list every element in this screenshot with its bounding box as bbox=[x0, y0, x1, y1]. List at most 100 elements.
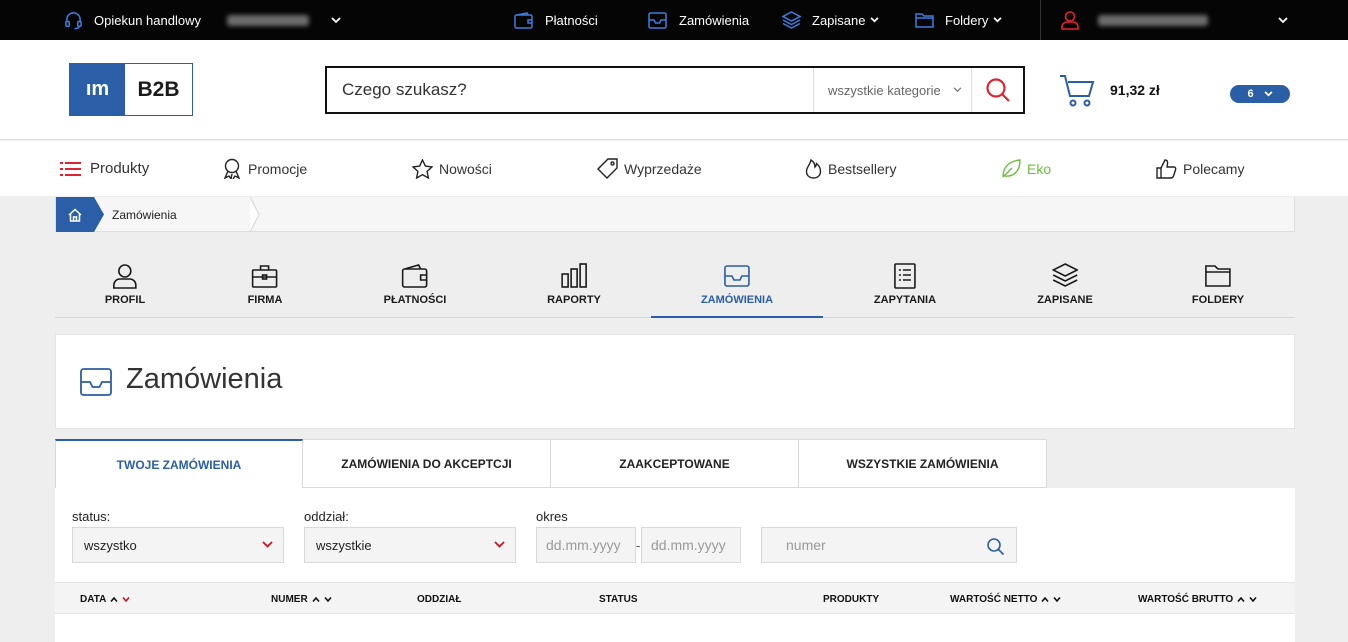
breadcrumb: Zamówienia bbox=[55, 197, 1295, 232]
page-title: Zamówienia bbox=[126, 363, 283, 395]
date-separator: - bbox=[636, 538, 641, 553]
nav-promotions[interactable]: Promocje bbox=[222, 141, 307, 196]
search-input[interactable] bbox=[327, 68, 813, 112]
page-title-panel: Zamówienia bbox=[55, 334, 1295, 429]
logo-text: B2B bbox=[137, 77, 180, 101]
chevron-down-icon bbox=[1264, 91, 1273, 97]
topbar-payments-link[interactable]: Płatności bbox=[514, 0, 598, 40]
account-tab-folders[interactable]: FOLDERY bbox=[1192, 256, 1244, 318]
layers-icon bbox=[1052, 256, 1078, 294]
cart-count: 6 bbox=[1247, 88, 1254, 100]
main-header: ım B2B wszystkie kategorie 91,32 zł 6 bbox=[0, 40, 1348, 140]
sort-asc-icon[interactable] bbox=[1041, 596, 1050, 602]
chevron-down-icon bbox=[262, 541, 273, 548]
branch-select[interactable]: wszystkie bbox=[304, 527, 516, 563]
nav-news[interactable]: Nowości bbox=[412, 141, 492, 196]
logo-mark: ım bbox=[70, 64, 125, 115]
chevron-down-icon bbox=[331, 16, 341, 24]
bar-chart-icon bbox=[561, 256, 587, 294]
chevron-down-icon bbox=[870, 17, 880, 23]
folder-icon bbox=[915, 12, 934, 28]
account-tabs: PROFIL FIRMA PŁATNOŚCI RAPORTY ZAMÓWIENI… bbox=[55, 256, 1295, 318]
sort-asc-icon[interactable] bbox=[1237, 596, 1245, 602]
order-number-search[interactable]: numer bbox=[761, 527, 1017, 563]
nav-products-label: Produkty bbox=[90, 160, 150, 177]
col-products-label: PRODUKTY bbox=[823, 593, 880, 605]
topbar-orders-link[interactable]: Zamówienia bbox=[648, 0, 749, 40]
search-category-select[interactable]: wszystkie kategorie bbox=[813, 68, 971, 112]
advisor-menu[interactable]: Opiekun handlowy bbox=[64, 0, 341, 40]
col-status: STATUS bbox=[599, 583, 638, 615]
account-tab-saved[interactable]: ZAPISANE bbox=[1037, 256, 1093, 318]
topbar-orders-label: Zamówienia bbox=[679, 12, 750, 28]
cart-count-badge[interactable]: 6 bbox=[1230, 85, 1290, 103]
user-menu[interactable] bbox=[1060, 0, 1288, 40]
topbar-saved-menu[interactable]: Zapisane bbox=[782, 0, 880, 40]
search-icon[interactable] bbox=[986, 537, 1005, 556]
award-icon bbox=[222, 158, 242, 179]
account-tab-inquiries[interactable]: ZAPYTANIA bbox=[874, 256, 936, 318]
top-bar: Opiekun handlowy Płatności Zamówienia Za… bbox=[0, 0, 1348, 40]
nav-products[interactable]: Produkty bbox=[60, 141, 149, 196]
user-icon bbox=[112, 256, 138, 294]
wallet-icon bbox=[402, 256, 428, 294]
account-tab-orders-label: ZAMÓWIENIA bbox=[700, 294, 774, 306]
cart-button[interactable]: 91,32 zł bbox=[1059, 72, 1160, 108]
topbar-divider bbox=[1040, 0, 1041, 40]
nav-recommended[interactable]: Polecamy bbox=[1156, 141, 1244, 196]
col-date[interactable]: DATA bbox=[80, 583, 130, 615]
account-tab-company[interactable]: FIRMA bbox=[248, 256, 282, 318]
folder-icon bbox=[1205, 256, 1231, 294]
nav-promotions-label: Promocje bbox=[248, 160, 308, 177]
home-icon bbox=[68, 207, 82, 222]
leaf-icon bbox=[1001, 158, 1021, 179]
nav-bestsellers[interactable]: Bestsellery bbox=[805, 141, 896, 196]
chevron-down-icon bbox=[1278, 16, 1288, 24]
branch-select-value: wszystkie bbox=[316, 537, 372, 553]
topbar-payments-label: Płatności bbox=[545, 12, 598, 28]
sort-asc-icon[interactable] bbox=[110, 596, 118, 602]
filters-panel: status: wszystko oddział: wszystkie okre… bbox=[55, 488, 1295, 582]
account-tab-profile[interactable]: PROFIL bbox=[105, 256, 145, 318]
account-tab-saved-label: ZAPISANE bbox=[1037, 294, 1093, 306]
nav-bestsellers-label: Bestsellery bbox=[828, 160, 897, 177]
thumbs-up-icon bbox=[1156, 158, 1177, 179]
sort-desc-icon[interactable] bbox=[1249, 596, 1257, 602]
nav-eco[interactable]: Eko bbox=[1001, 141, 1051, 196]
nav-sales[interactable]: Wyprzedaże bbox=[597, 141, 702, 196]
col-number-label: NUMER bbox=[271, 593, 308, 605]
topbar-folders-menu[interactable]: Foldery bbox=[915, 0, 1002, 40]
account-tab-payments[interactable]: PŁATNOŚCI bbox=[384, 256, 446, 318]
account-tab-folders-label: FOLDERY bbox=[1191, 294, 1245, 306]
account-tab-orders[interactable]: ZAMÓWIENIA bbox=[701, 256, 773, 318]
col-number[interactable]: NUMER bbox=[271, 583, 332, 615]
star-icon bbox=[412, 158, 433, 179]
tab-orders-to-accept[interactable]: ZAMÓWIENIA DO AKCEPTCJI bbox=[303, 439, 551, 488]
col-gross-value-label: WARTOŚĆ BRUTTO bbox=[1138, 593, 1234, 605]
status-select-value: wszystko bbox=[84, 537, 137, 553]
breadcrumb-current[interactable]: Zamówienia bbox=[112, 197, 177, 232]
date-to-input[interactable]: dd.mm.yyyy bbox=[641, 527, 741, 563]
col-gross-value[interactable]: WARTOŚĆ BRUTTO bbox=[1138, 583, 1257, 615]
sort-desc-icon[interactable] bbox=[122, 596, 130, 602]
search-button[interactable] bbox=[971, 68, 1023, 112]
tab-accepted[interactable]: ZAAKCEPTOWANE bbox=[551, 439, 799, 488]
sort-asc-icon[interactable] bbox=[312, 596, 320, 602]
branch-filter-label: oddział: bbox=[304, 509, 349, 524]
account-tab-reports[interactable]: RAPORTY bbox=[547, 256, 601, 318]
chevron-down-icon bbox=[993, 17, 1002, 23]
col-net-value[interactable]: WARTOŚĆ NETTO bbox=[950, 583, 1062, 615]
flame-icon bbox=[805, 158, 822, 179]
tab-my-orders[interactable]: TWOJE ZAMÓWIENIA bbox=[55, 439, 303, 488]
tab-all-orders[interactable]: WSZYSTKIE ZAMÓWIENIA bbox=[799, 439, 1047, 488]
topbar-folders-label: Foldery bbox=[945, 12, 989, 28]
sort-desc-icon[interactable] bbox=[324, 596, 332, 602]
inbox-icon bbox=[648, 11, 667, 29]
advisor-phone-redacted bbox=[226, 14, 309, 26]
date-from-input[interactable]: dd.mm.yyyy bbox=[536, 527, 636, 563]
breadcrumb-home[interactable] bbox=[56, 197, 94, 232]
sort-desc-icon[interactable] bbox=[1053, 596, 1062, 602]
cart-icon bbox=[1059, 72, 1095, 108]
logo[interactable]: ım B2B bbox=[69, 63, 193, 116]
status-select[interactable]: wszystko bbox=[72, 527, 284, 563]
